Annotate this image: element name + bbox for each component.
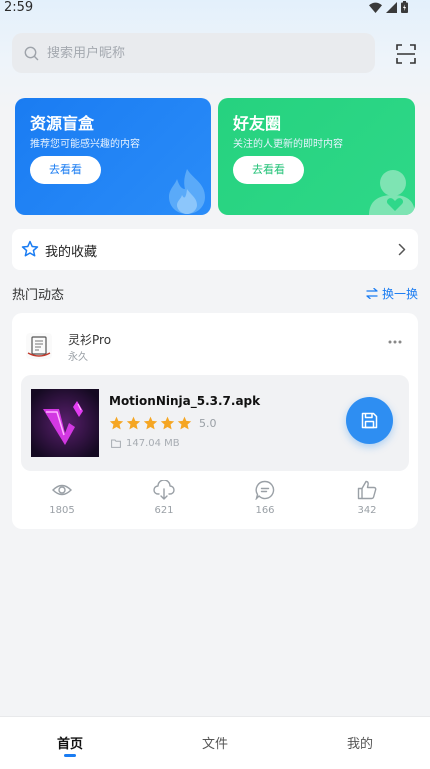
author-name[interactable]: 灵衫Pro <box>68 331 111 348</box>
folder-icon <box>111 439 121 448</box>
more-options-icon[interactable] <box>388 340 402 344</box>
likes-count: 342 <box>357 505 377 516</box>
comment-icon <box>255 480 275 500</box>
app-thumbnail <box>31 389 99 457</box>
resource-blindbox-card[interactable]: 资源盲盒 推荐您可能感兴趣的内容 去看看 <box>15 98 211 215</box>
star-icon <box>160 416 175 430</box>
active-tab-indicator <box>64 754 76 757</box>
likes-stat[interactable]: 342 <box>337 480 397 516</box>
cloud-download-icon <box>153 480 175 500</box>
file-size-row: 147.04 MB <box>111 438 180 449</box>
downloads-count: 621 <box>154 505 174 516</box>
star-icon <box>109 416 124 430</box>
card-title: 好友圈 <box>233 114 282 133</box>
thumbs-up-icon <box>357 480 377 500</box>
save-icon <box>361 412 378 429</box>
refresh-label: 换一换 <box>381 287 418 301</box>
refresh-button[interactable]: 换一换 <box>366 285 418 302</box>
status-time: 2:59 <box>4 0 34 15</box>
go-see-button[interactable]: 去看看 <box>30 156 101 184</box>
comments-count: 166 <box>255 505 275 516</box>
avatar[interactable] <box>26 333 52 359</box>
views-count: 1805 <box>49 505 75 516</box>
save-button[interactable] <box>346 397 393 444</box>
fire-icon <box>169 169 205 214</box>
bottom-tab-bar: 首页 文件 我的 <box>0 716 430 769</box>
star-icon <box>177 416 192 430</box>
file-name: MotionNinja_5.3.7.apk <box>109 394 261 408</box>
author-subtitle: 永久 <box>68 352 88 363</box>
views-stat[interactable]: 1805 <box>32 480 92 516</box>
go-see-button[interactable]: 去看看 <box>233 156 304 184</box>
search-icon <box>24 46 39 61</box>
person-heart-icon <box>369 170 415 215</box>
favorites-label: 我的收藏 <box>45 245 98 260</box>
hot-feed-title: 热门动态 <box>12 288 65 303</box>
tab-files[interactable]: 文件 <box>175 733 255 752</box>
card-title: 资源盲盒 <box>30 114 95 133</box>
search-box[interactable] <box>12 33 375 73</box>
scan-icon <box>396 44 416 64</box>
post-card[interactable]: 灵衫Pro 永久 MotionNinja_5.3.7.apk 5.0 147.0… <box>12 313 418 529</box>
wifi-icon <box>369 2 382 13</box>
status-icons <box>369 1 408 13</box>
chevron-right-icon <box>398 243 406 256</box>
rating-stars: 5.0 <box>109 416 217 430</box>
file-size: 147.04 MB <box>126 438 180 449</box>
rating-value: 5.0 <box>199 416 217 430</box>
scan-button[interactable] <box>396 44 416 64</box>
my-favorites-row[interactable]: 我的收藏 <box>12 229 418 270</box>
card-subtitle: 推荐您可能感兴趣的内容 <box>30 139 140 150</box>
star-icon <box>143 416 158 430</box>
file-card[interactable]: MotionNinja_5.3.7.apk 5.0 147.04 MB <box>21 375 409 471</box>
tab-home[interactable]: 首页 <box>30 733 110 752</box>
eye-icon <box>52 484 72 496</box>
friends-circle-card[interactable]: 好友圈 关注的人更新的即时内容 去看看 <box>218 98 415 215</box>
card-subtitle: 关注的人更新的即时内容 <box>233 139 343 150</box>
downloads-stat[interactable]: 621 <box>134 480 194 516</box>
star-icon <box>126 416 141 430</box>
post-stats: 1805 621 166 342 <box>12 480 418 524</box>
status-bar: 2:59 <box>0 0 430 18</box>
battery-icon <box>401 1 408 13</box>
search-input[interactable] <box>47 45 347 61</box>
comments-stat[interactable]: 166 <box>235 480 295 516</box>
star-outline-icon <box>21 240 39 257</box>
tab-mine[interactable]: 我的 <box>320 733 400 752</box>
signal-icon <box>386 1 397 13</box>
swap-icon <box>366 288 378 299</box>
